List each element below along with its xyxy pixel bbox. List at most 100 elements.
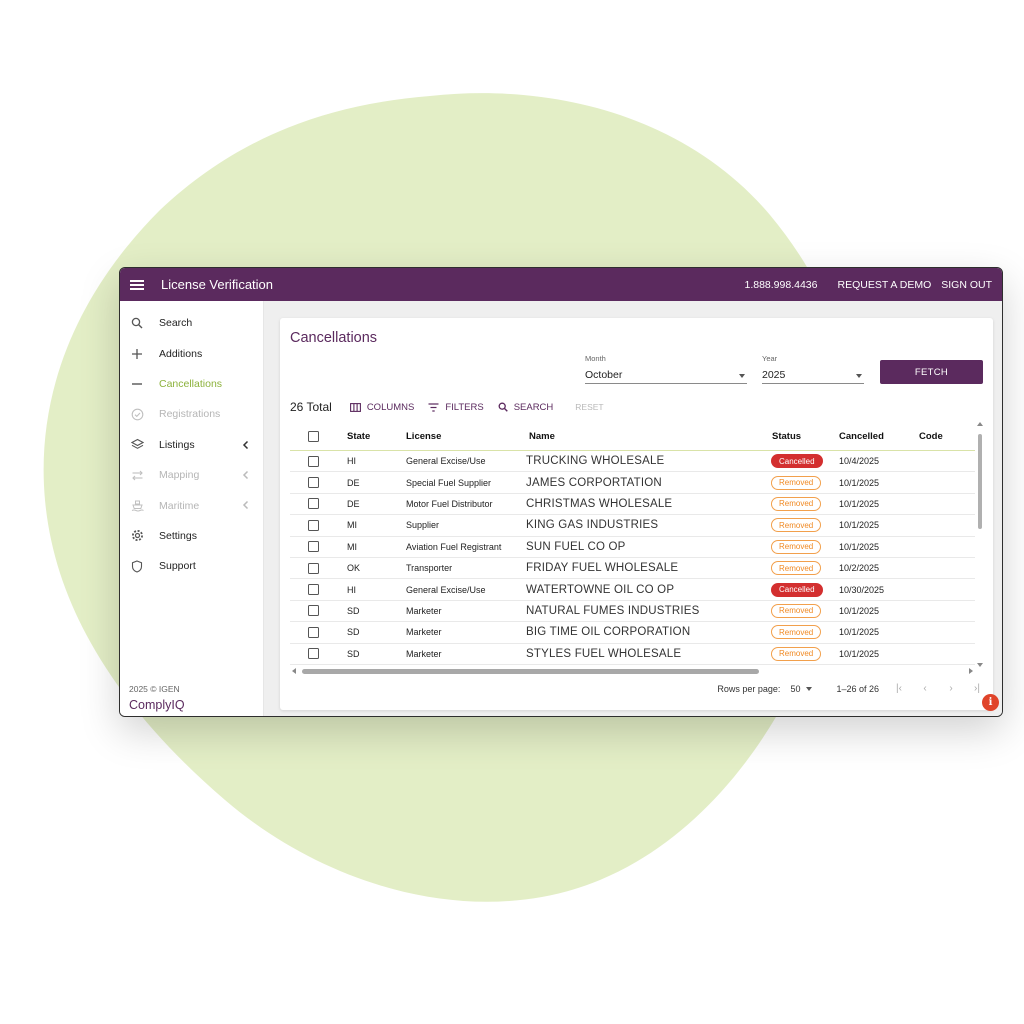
cell-state: MI: [347, 520, 357, 531]
cell-name: WATERTOWNE OIL CO OP: [526, 583, 675, 596]
cell-cancelled: 10/30/2025: [839, 584, 885, 595]
marketing-canvas: License Verification 1.888.998.4436 REQU…: [0, 0, 1024, 1024]
cell-license: General Excise/Use: [406, 456, 486, 467]
brand-logo-text[interactable]: ComplyIQ: [129, 698, 185, 712]
sidebar-item-mapping[interactable]: Mapping: [120, 460, 263, 490]
cell-cancelled: 10/1/2025: [839, 498, 880, 509]
sidebar-item-label: Search: [159, 317, 193, 330]
table-row[interactable]: MI Aviation Fuel Registrant SUN FUEL CO OP…: [290, 537, 975, 558]
sidebar-item-support[interactable]: Support: [120, 551, 263, 581]
sidebar-item-maritime[interactable]: Maritime: [120, 490, 263, 520]
year-select[interactable]: Year 2025: [762, 354, 864, 384]
table-row[interactable]: DE Special Fuel Supplier JAMES CORPORTATIO…: [290, 472, 975, 494]
cell-name: KING GAS INDUSTRIES: [526, 519, 659, 532]
table-row[interactable]: MI Supplier KING GAS INDUSTRIES Removed 10/1…: [290, 515, 975, 537]
search-icon: [130, 316, 144, 330]
first-page-icon[interactable]: |‹: [893, 683, 905, 694]
vertical-scrollbar[interactable]: [976, 422, 985, 667]
cell-status: Removed: [771, 537, 822, 557]
cell-cancelled: 10/1/2025: [839, 627, 880, 638]
sidebar-footer: 2025 © IGEN ComplyIQ: [129, 684, 185, 712]
columns-button[interactable]: COLUMNS: [349, 402, 414, 413]
row-checkbox[interactable]: [308, 601, 319, 621]
search-button[interactable]: SEARCH: [498, 402, 553, 413]
sidebar-item-search[interactable]: Search: [120, 308, 263, 338]
cell-status: Removed: [771, 494, 822, 514]
column-header-code[interactable]: Code: [919, 423, 943, 450]
menu-icon[interactable]: [130, 279, 144, 290]
row-checkbox[interactable]: [308, 451, 319, 471]
sidebar: Search Additions Cancellations Registrat…: [120, 301, 264, 716]
cell-cancelled: 10/1/2025: [839, 520, 880, 531]
cell-name: BIG TIME OIL CORPORATION: [526, 626, 691, 639]
row-checkbox[interactable]: [308, 472, 319, 492]
sidebar-item-cancellations[interactable]: Cancellations: [120, 369, 263, 399]
row-checkbox[interactable]: [308, 644, 319, 664]
cell-license: Special Fuel Supplier: [406, 477, 492, 488]
sidebar-item-label: Mapping: [159, 469, 200, 482]
table-row[interactable]: OK Transporter FRIDAY FUEL WHOLESALE Remove…: [290, 558, 975, 580]
cell-cancelled: 10/2/2025: [839, 563, 880, 574]
cell-name: FRIDAY FUEL WHOLESALE: [526, 562, 679, 575]
chevron-left-icon[interactable]: [241, 440, 251, 450]
search-icon: [498, 402, 508, 412]
column-header-status[interactable]: Status: [772, 423, 801, 450]
row-checkbox[interactable]: [308, 537, 319, 557]
column-header-license[interactable]: License: [406, 423, 441, 450]
app-window: License Verification 1.888.998.4436 REQU…: [119, 267, 1003, 717]
cell-cancelled: 10/1/2025: [839, 648, 880, 659]
help-badge[interactable]: i: [982, 694, 999, 711]
sidebar-item-settings[interactable]: Settings: [120, 521, 263, 551]
previous-page-icon[interactable]: ‹: [919, 683, 931, 694]
row-checkbox[interactable]: [308, 515, 319, 535]
sign-out-link[interactable]: SIGN OUT: [941, 279, 992, 291]
horizontal-scrollbar[interactable]: [290, 667, 975, 676]
column-header-state[interactable]: State: [347, 423, 370, 450]
chevron-left-icon[interactable]: [241, 500, 251, 510]
rows-per-page-select[interactable]: 50: [790, 684, 813, 694]
cell-state: HI: [347, 584, 356, 595]
table-body: HI General Excise/Use TRUCKING WHOLESALE Ca…: [290, 451, 975, 665]
chevron-left-icon[interactable]: [241, 470, 251, 480]
cell-license: Supplier: [406, 520, 440, 531]
swap-icon: [130, 468, 144, 482]
request-demo-link[interactable]: REQUEST A DEMO: [837, 279, 931, 291]
table-row[interactable]: HI General Excise/Use TRUCKING WHOLESALE Ca…: [290, 451, 975, 473]
month-label: Month: [585, 354, 606, 363]
ship-icon: [130, 499, 144, 513]
column-header-name[interactable]: Name: [529, 423, 555, 450]
sidebar-item-additions[interactable]: Additions: [120, 338, 263, 368]
column-header-cancelled[interactable]: Cancelled: [839, 423, 884, 450]
cell-name: CHRISTMAS WHOLESALE: [526, 497, 673, 510]
cell-state: OK: [347, 563, 361, 574]
table-row[interactable]: SD Marketer BIG TIME OIL CORPORATION Remove…: [290, 622, 975, 644]
table-row[interactable]: SD Marketer STYLES FUEL WHOLESALE Removed 10…: [290, 644, 975, 665]
table-row[interactable]: DE Motor Fuel Distributor CHRISTMAS WHOLES…: [290, 494, 975, 516]
sidebar-item-label: Registrations: [159, 408, 221, 421]
next-page-icon[interactable]: ›: [945, 683, 957, 694]
reset-button[interactable]: RESET: [575, 402, 603, 412]
month-select[interactable]: Month October: [585, 354, 747, 384]
cell-license: Marketer: [406, 605, 442, 616]
sidebar-item-label: Support: [159, 560, 196, 573]
row-checkbox[interactable]: [308, 494, 319, 514]
last-page-icon[interactable]: ›|: [971, 683, 983, 694]
sidebar-item-registrations[interactable]: Registrations: [120, 399, 263, 429]
sidebar-item-listings[interactable]: Listings: [120, 430, 263, 460]
fetch-button[interactable]: FETCH: [880, 360, 983, 384]
cancellations-card: Cancellations Month October Year 2025 FE…: [280, 318, 993, 710]
status-badge: Cancelled: [771, 454, 823, 469]
filters-button[interactable]: FILTERS: [428, 402, 484, 413]
table-header: State License Name Status Cancelled Code: [290, 423, 975, 451]
row-checkbox[interactable]: [308, 579, 319, 599]
table-row[interactable]: SD Marketer NATURAL FUMES INDUSTRIES Remove…: [290, 601, 975, 623]
phone-number[interactable]: 1.888.998.4436: [744, 279, 817, 291]
cell-state: DE: [347, 477, 360, 488]
cell-status: Removed: [771, 644, 822, 664]
row-checkbox[interactable]: [308, 558, 319, 578]
status-badge: Removed: [771, 496, 822, 511]
table-row[interactable]: HI General Excise/Use WATERTOWNE OIL CO OP…: [290, 579, 975, 601]
select-all-checkbox[interactable]: [308, 423, 319, 450]
gear-icon: [130, 529, 144, 543]
row-checkbox[interactable]: [308, 622, 319, 642]
